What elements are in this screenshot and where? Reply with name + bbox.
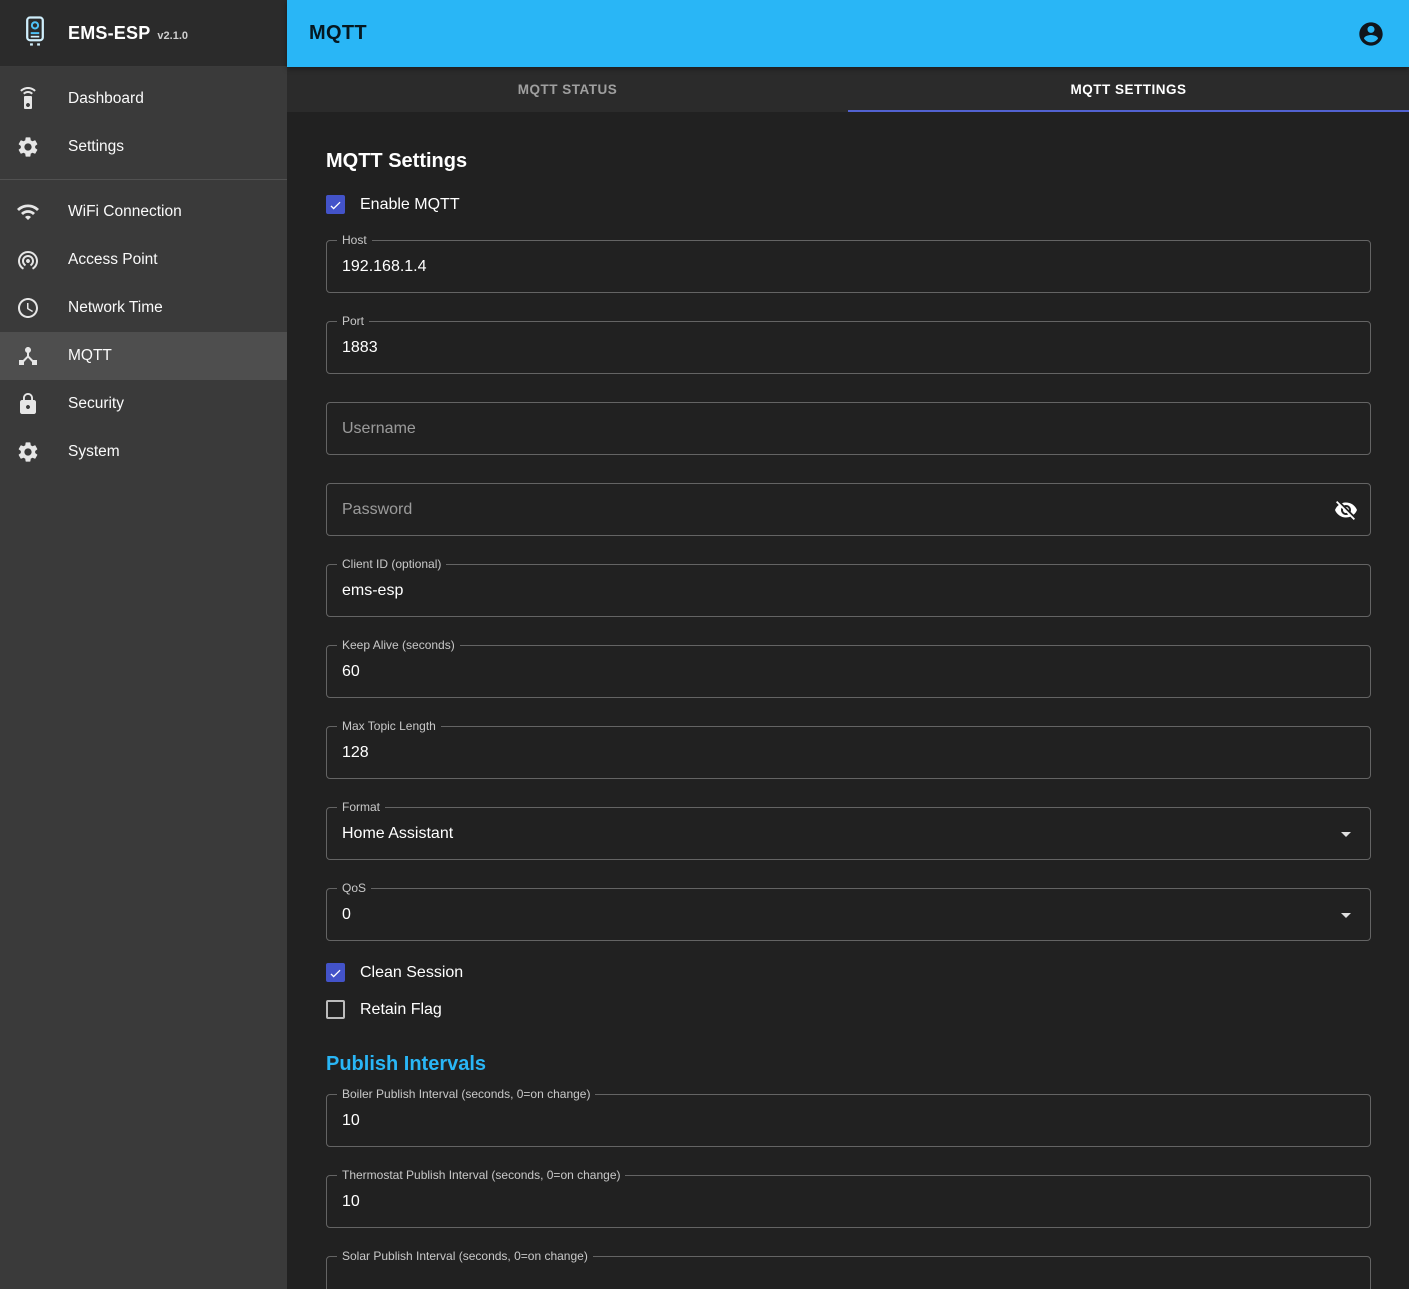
keep-alive-input[interactable] (327, 646, 1370, 697)
username-field[interactable] (326, 402, 1371, 455)
password-input[interactable] (327, 484, 1370, 535)
format-select[interactable]: Format Home Assistant (326, 807, 1371, 860)
boiler-publish-interval-input[interactable] (327, 1095, 1370, 1146)
retain-flag-checkbox[interactable]: Retain Flag (326, 1000, 442, 1019)
tab-mqtt-settings[interactable]: MQTT SETTINGS (848, 67, 1409, 112)
brand: EMS-ESP v2.1.0 (68, 23, 188, 44)
field-label: Solar Publish Interval (seconds, 0=on ch… (337, 1249, 593, 1263)
field-label: Thermostat Publish Interval (seconds, 0=… (337, 1168, 625, 1182)
form-heading: MQTT Settings (326, 150, 1371, 173)
checkbox-label: Enable MQTT (360, 196, 460, 214)
sidebar-item-label: MQTT (68, 347, 112, 365)
tab-label: MQTT STATUS (518, 82, 618, 97)
username-input[interactable] (327, 403, 1370, 454)
appbar: MQTT (287, 0, 1409, 67)
wifi-tethering-icon (16, 248, 40, 272)
clock-icon (16, 296, 40, 320)
host-input[interactable] (327, 241, 1370, 292)
app-logo-icon (18, 14, 52, 53)
port-input[interactable] (327, 322, 1370, 373)
port-field[interactable]: Port (326, 321, 1371, 374)
sidebar-item-network-time[interactable]: Network Time (0, 284, 287, 332)
app-root: EMS-ESP v2.1.0 Dashboard Settings (0, 0, 1409, 1289)
sidebar-item-label: Dashboard (68, 90, 144, 108)
page-title: MQTT (309, 22, 367, 45)
sidebar-item-mqtt[interactable]: MQTT (0, 332, 287, 380)
thermostat-publish-interval-field[interactable]: Thermostat Publish Interval (seconds, 0=… (326, 1175, 1371, 1228)
qos-select[interactable]: QoS 0 (326, 888, 1371, 941)
sidebar-item-settings[interactable]: Settings (0, 123, 287, 171)
field-label: Format (337, 800, 385, 814)
sidebar-item-label: Security (68, 395, 124, 413)
wifi-icon (16, 200, 40, 224)
mqtt-settings-panel: MQTT Settings Enable MQTT Host Port (287, 112, 1409, 1289)
sidebar-item-system[interactable]: System (0, 428, 287, 476)
thermostat-publish-interval-input[interactable] (327, 1176, 1370, 1227)
sidebar-item-dashboard[interactable]: Dashboard (0, 75, 287, 123)
sidebar-item-label: WiFi Connection (68, 203, 182, 221)
field-label: Max Topic Length (337, 719, 441, 733)
clean-session-checkbox[interactable]: Clean Session (326, 963, 463, 982)
format-selected-value: Home Assistant (327, 825, 1370, 843)
checkbox-unchecked-icon[interactable] (326, 1000, 345, 1019)
enable-mqtt-checkbox[interactable]: Enable MQTT (326, 195, 460, 214)
lock-icon (16, 392, 40, 416)
keep-alive-field[interactable]: Keep Alive (seconds) (326, 645, 1371, 698)
gear-icon (16, 440, 40, 464)
boiler-publish-interval-field[interactable]: Boiler Publish Interval (seconds, 0=on c… (326, 1094, 1371, 1147)
checkbox-checked-icon[interactable] (326, 195, 345, 214)
solar-publish-interval-field[interactable]: Solar Publish Interval (seconds, 0=on ch… (326, 1256, 1371, 1289)
device-hub-icon (16, 344, 40, 368)
client-id-field[interactable]: Client ID (optional) (326, 564, 1371, 617)
host-field[interactable]: Host (326, 240, 1371, 293)
max-topic-length-input[interactable] (327, 727, 1370, 778)
publish-intervals-heading: Publish Intervals (326, 1053, 1371, 1076)
toggle-password-visibility-button[interactable] (1334, 498, 1358, 522)
dropdown-arrow-icon (1334, 822, 1358, 846)
tab-label: MQTT SETTINGS (1071, 82, 1187, 97)
field-label: Host (337, 233, 372, 247)
field-label: Keep Alive (seconds) (337, 638, 460, 652)
sidebar-item-security[interactable]: Security (0, 380, 287, 428)
sidebar: EMS-ESP v2.1.0 Dashboard Settings (0, 0, 287, 1289)
sidebar-item-label: System (68, 443, 120, 461)
checkbox-checked-icon[interactable] (326, 963, 345, 982)
client-id-input[interactable] (327, 565, 1370, 616)
sidebar-item-wifi-connection[interactable]: WiFi Connection (0, 188, 287, 236)
account-button[interactable] (1355, 18, 1387, 50)
field-label: Port (337, 314, 369, 328)
sidebar-divider (0, 179, 287, 180)
tab-mqtt-status[interactable]: MQTT STATUS (287, 67, 848, 112)
sidebar-header: EMS-ESP v2.1.0 (0, 0, 287, 67)
app-name: EMS-ESP (68, 23, 150, 44)
checkbox-label: Retain Flag (360, 1001, 442, 1019)
field-label: QoS (337, 881, 371, 895)
sidebar-nav: Dashboard Settings WiFi Connection Acc (0, 67, 287, 484)
password-field[interactable] (326, 483, 1371, 536)
field-label: Boiler Publish Interval (seconds, 0=on c… (337, 1087, 595, 1101)
gear-icon (16, 135, 40, 159)
sidebar-item-label: Network Time (68, 299, 163, 317)
sidebar-item-label: Settings (68, 138, 124, 156)
tabbar: MQTT STATUS MQTT SETTINGS (287, 67, 1409, 112)
sidebar-item-label: Access Point (68, 251, 158, 269)
visibility-off-icon (1334, 498, 1358, 522)
field-label: Client ID (optional) (337, 557, 446, 571)
max-topic-length-field[interactable]: Max Topic Length (326, 726, 1371, 779)
tab-indicator (848, 110, 1409, 112)
main-area: MQTT MQTT STATUS MQTT SETTINGS MQTT Sett… (287, 0, 1409, 1289)
checkbox-label: Clean Session (360, 964, 463, 982)
account-circle-icon (1357, 20, 1385, 48)
sidebar-item-access-point[interactable]: Access Point (0, 236, 287, 284)
dropdown-arrow-icon (1334, 903, 1358, 927)
qos-selected-value: 0 (327, 906, 1370, 924)
remote-device-icon (16, 87, 40, 111)
app-version: v2.1.0 (157, 30, 188, 42)
